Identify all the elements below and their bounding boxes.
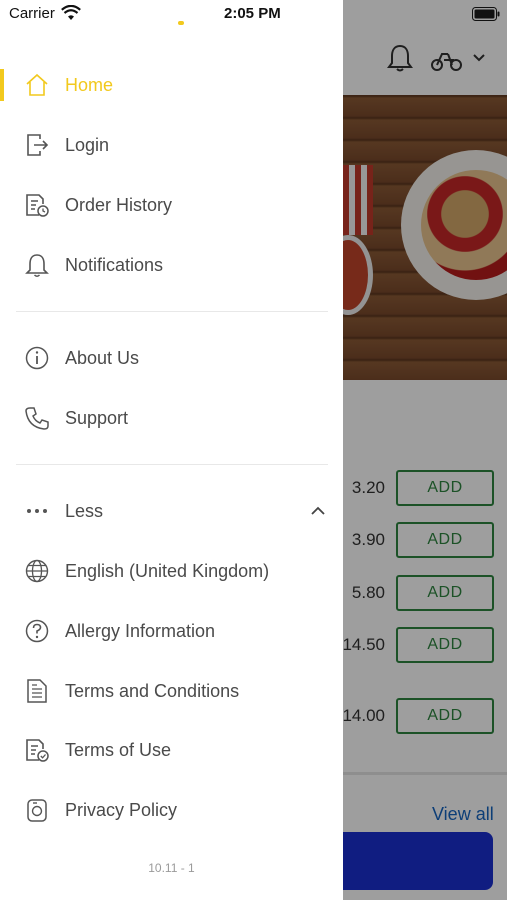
carrier-label: Carrier [9,5,55,22]
menu-item-label: About Us [65,347,140,368]
battery-icon [472,7,500,21]
menu-item-label: Home [65,74,114,95]
menu-item-login[interactable]: Login [0,115,343,175]
menu-item-notifications[interactable]: Notifications [0,235,343,295]
privacy-icon [24,797,50,823]
chevron-up-icon[interactable] [310,506,326,516]
menu-item-label: Allergy Information [65,620,216,641]
menu-item-label: Terms of Use [65,739,172,760]
document-check-icon [24,737,50,763]
wifi-icon [61,5,81,20]
menu-item-label: Terms and Conditions [65,680,240,701]
menu-item-language[interactable]: English (United Kingdom) [0,541,343,601]
menu-item-terms-and-conditions[interactable]: Terms and Conditions [0,661,343,721]
ellipsis-icon [24,498,50,524]
menu-divider [16,311,328,312]
navigation-drawer: Home Login Order History Notifications A… [0,0,343,900]
menu-item-home[interactable]: Home [0,55,343,115]
home-icon [24,72,50,98]
menu-item-label: Privacy Policy [65,799,178,820]
menu-item-order-history[interactable]: Order History [0,175,343,235]
menu-item-allergy-information[interactable]: Allergy Information [0,601,343,661]
question-icon [24,618,50,644]
phone-icon [24,405,50,431]
login-icon [24,132,50,158]
menu-item-label: Login [65,134,110,155]
app-version: 10.11 - 1 [148,861,195,875]
bell-icon [24,252,50,278]
menu-item-privacy-policy[interactable]: Privacy Policy [0,780,343,840]
menu-item-label: Less [65,500,104,521]
menu-item-label: Support [65,407,129,428]
menu-item-terms-of-use[interactable]: Terms of Use [0,720,343,780]
order-history-icon [24,192,50,218]
menu-item-label: Notifications [65,254,164,275]
globe-icon [24,558,50,584]
menu-divider [16,464,328,465]
document-icon [24,678,50,704]
clock: 2:05 PM [224,5,281,22]
menu-more-toggle[interactable]: Less [0,481,343,541]
menu-item-support[interactable]: Support [0,388,343,448]
menu-item-label: English (United Kingdom) [65,560,270,581]
status-bar: Carrier 2:05 PM [0,0,507,30]
info-icon [24,345,50,371]
menu-item-about-us[interactable]: About Us [0,328,343,388]
menu-item-label: Order History [65,194,173,215]
